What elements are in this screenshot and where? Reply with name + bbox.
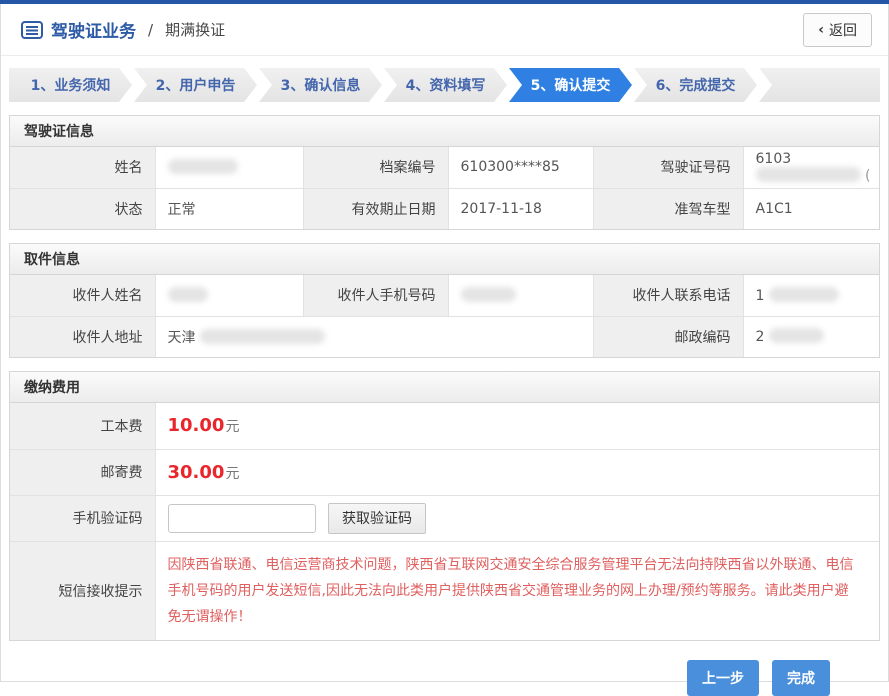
fees-title: 缴纳费用 <box>10 372 879 403</box>
table-row: 短信接收提示 因陕西省联通、电信运营商技术问题，陕西省互联网交通安全综合服务管理… <box>10 541 879 640</box>
valid-until-label: 有效期止日期 <box>303 188 448 229</box>
recipient-mobile-value <box>448 275 593 316</box>
step-2-user-declaration[interactable]: 2、用户申告 <box>134 68 257 102</box>
step-5-confirm-submit[interactable]: 5、确认提交 <box>509 68 632 102</box>
license-info-table: 姓名 档案编号 610300****85 驾驶证号码 6103 ( 状态 正常 … <box>10 147 879 229</box>
vehicle-class-label: 准驾车型 <box>593 188 743 229</box>
valid-until-value: 2017-11-18 <box>448 188 593 229</box>
production-fee-label: 工本费 <box>10 403 155 449</box>
recipient-address-value: 天津 <box>155 316 593 357</box>
postal-code-value: 2 <box>743 316 879 357</box>
table-row: 手机验证码 获取验证码 <box>10 495 879 541</box>
redacted-postal-code <box>769 328 824 343</box>
step-4-fill-data[interactable]: 4、资料填写 <box>384 68 507 102</box>
table-row: 工本费 10.00元 <box>10 403 879 449</box>
step-bar-filler <box>759 68 880 102</box>
finish-button[interactable]: 完成 <box>772 660 830 696</box>
license-no-suffix: ( <box>865 168 870 184</box>
name-label: 姓名 <box>10 147 155 188</box>
fee-unit: 元 <box>225 419 239 435</box>
postal-code-prefix: 2 <box>756 329 765 345</box>
previous-step-button[interactable]: 上一步 <box>687 660 759 696</box>
production-fee-amount: 10.00 <box>168 415 225 436</box>
back-button-label: 返回 <box>829 20 857 40</box>
pickup-info-table: 收件人姓名 收件人手机号码 收件人联系电话 1 收件人地址 天津 邮政编码 2 <box>10 275 879 357</box>
table-row: 收件人姓名 收件人手机号码 收件人联系电话 1 <box>10 275 879 316</box>
fee-unit: 元 <box>225 466 239 482</box>
recipient-phone-prefix: 1 <box>756 288 765 304</box>
sms-code-input[interactable] <box>168 504 316 533</box>
back-button[interactable]: ‹ 返回 <box>803 13 872 47</box>
sms-code-cell: 获取验证码 <box>155 495 879 541</box>
redacted-license-no <box>756 167 861 182</box>
postage-fee-value: 30.00元 <box>155 449 879 495</box>
recipient-phone-label: 收件人联系电话 <box>593 275 743 316</box>
step-1-business-notice[interactable]: 1、业务须知 <box>9 68 132 102</box>
recipient-address-label: 收件人地址 <box>10 316 155 357</box>
recipient-mobile-label: 收件人手机号码 <box>303 275 448 316</box>
recipient-name-value <box>155 275 303 316</box>
table-row: 收件人地址 天津 邮政编码 2 <box>10 316 879 357</box>
redacted-name <box>168 159 238 174</box>
postage-fee-label: 邮寄费 <box>10 449 155 495</box>
sms-code-label: 手机验证码 <box>10 495 155 541</box>
recipient-phone-value: 1 <box>743 275 879 316</box>
step-wizard: 1、业务须知 2、用户申告 3、确认信息 4、资料填写 5、确认提交 6、完成提… <box>9 68 880 102</box>
file-no-value: 610300****85 <box>448 147 593 188</box>
step-3-confirm-info[interactable]: 3、确认信息 <box>259 68 382 102</box>
postage-fee-amount: 30.00 <box>168 462 225 483</box>
step-6-complete-submit[interactable]: 6、完成提交 <box>634 68 757 102</box>
license-info-section: 驾驶证信息 姓名 档案编号 610300****85 驾驶证号码 6103 ( … <box>9 115 880 230</box>
table-row: 状态 正常 有效期止日期 2017-11-18 准驾车型 A1C1 <box>10 188 879 229</box>
license-no-prefix: 6103 <box>756 151 792 167</box>
table-row: 邮寄费 30.00元 <box>10 449 879 495</box>
license-no-label: 驾驶证号码 <box>593 147 743 188</box>
production-fee-value: 10.00元 <box>155 403 879 449</box>
status-value: 正常 <box>155 188 303 229</box>
breadcrumb-separator: / <box>148 21 153 39</box>
redacted-recipient-address <box>200 329 325 344</box>
page-subtitle: 期满换证 <box>165 19 225 40</box>
main-panel: 驾驶证业务 / 期满换证 ‹ 返回 1、业务须知 2、用户申告 3、确认信息 4… <box>0 4 889 682</box>
recipient-name-label: 收件人姓名 <box>10 275 155 316</box>
pickup-info-section: 取件信息 收件人姓名 收件人手机号码 收件人联系电话 1 收件人地址 <box>9 243 880 358</box>
sms-notice-text: 因陕西省联通、电信运营商技术问题，陕西省互联网交通安全综合服务管理平台无法向持陕… <box>168 542 880 640</box>
name-value <box>155 147 303 188</box>
get-code-button[interactable]: 获取验证码 <box>328 503 426 534</box>
breadcrumb: 驾驶证业务 / 期满换证 <box>21 17 225 42</box>
page-header: 驾驶证业务 / 期满换证 ‹ 返回 <box>1 4 888 56</box>
back-chevron-icon: ‹ <box>818 22 824 38</box>
redacted-recipient-name <box>168 287 208 302</box>
redacted-recipient-phone <box>769 287 839 302</box>
fees-table: 工本费 10.00元 邮寄费 30.00元 手机验证码 获取验证码 短信接收提 <box>10 403 879 640</box>
vehicle-class-value: A1C1 <box>743 188 879 229</box>
recipient-address-prefix: 天津 <box>168 330 196 346</box>
status-label: 状态 <box>10 188 155 229</box>
pickup-info-title: 取件信息 <box>10 244 879 275</box>
page-title: 驾驶证业务 <box>51 17 136 42</box>
file-no-label: 档案编号 <box>303 147 448 188</box>
redacted-recipient-mobile <box>461 287 516 302</box>
license-no-value: 6103 ( <box>743 147 879 188</box>
license-menu-icon <box>21 21 43 39</box>
sms-notice-cell: 因陕西省联通、电信运营商技术问题，陕西省互联网交通安全综合服务管理平台无法向持陕… <box>155 541 879 640</box>
fees-section: 缴纳费用 工本费 10.00元 邮寄费 30.00元 手机验证码 获取验证码 <box>9 371 880 641</box>
postal-code-label: 邮政编码 <box>593 316 743 357</box>
sms-notice-label: 短信接收提示 <box>10 541 155 640</box>
license-info-title: 驾驶证信息 <box>10 116 879 147</box>
table-row: 姓名 档案编号 610300****85 驾驶证号码 6103 ( <box>10 147 879 188</box>
footer-actions: 上一步 完成 <box>1 641 888 696</box>
